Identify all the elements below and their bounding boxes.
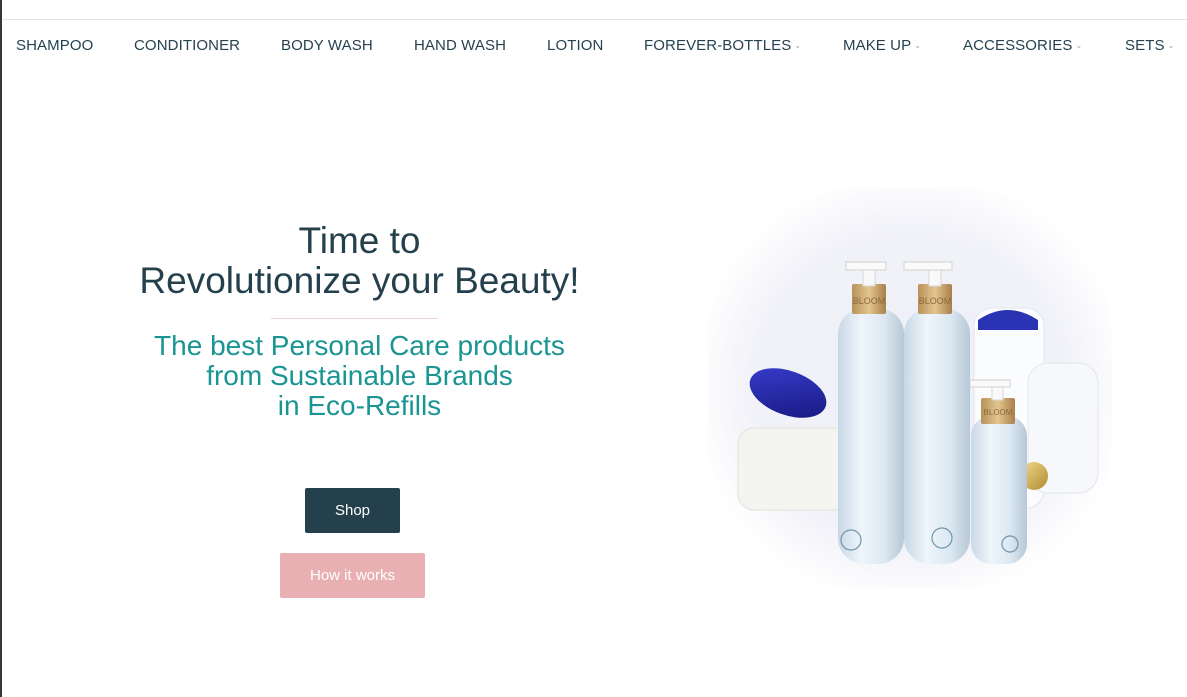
hero-subtitle-line: in Eco-Refills	[277, 390, 442, 421]
hero-divider	[271, 318, 438, 319]
pump-head	[845, 261, 887, 271]
bottle-large-right	[904, 308, 970, 564]
shop-button[interactable]: Shop	[305, 488, 400, 533]
how-it-works-button[interactable]: How it works	[280, 553, 425, 598]
hero-title: Time to Revolutionize your Beauty!	[107, 221, 612, 301]
nav-label: SETS	[1125, 37, 1165, 54]
bottle-brand-label: BLOOM	[919, 296, 952, 306]
nav-item-hand-wash[interactable]: HAND WASH	[414, 37, 506, 54]
chevron-down-icon: ⌄	[794, 41, 802, 50]
chevron-down-icon: ⌄	[1167, 41, 1175, 50]
hero-subtitle-line: from Sustainable Brands	[206, 360, 513, 391]
main-nav: SHAMPOO CONDITIONER BODY WASH HAND WASH …	[2, 20, 1187, 72]
bottle-small	[971, 416, 1027, 564]
nav-item-conditioner[interactable]: CONDITIONER	[134, 37, 240, 54]
nav-item-accessories[interactable]: ACCESSORIES ⌄	[963, 37, 1082, 54]
nav-label: FOREVER-BOTTLES	[644, 37, 792, 54]
white-soap-bottle	[737, 427, 849, 511]
nav-label: BODY WASH	[281, 37, 373, 54]
nav-label: CONDITIONER	[134, 37, 241, 54]
bottle-large-left	[838, 308, 904, 564]
bottle-brand-label: BLOOM	[984, 408, 1013, 417]
nav-label: LOTION	[547, 37, 604, 54]
nav-item-lotion[interactable]: LOTION	[547, 37, 603, 54]
bottle-brand-label: BLOOM	[853, 296, 886, 306]
hero-subtitle: The best Personal Care products from Sus…	[107, 331, 612, 421]
nav-label: SHAMPOO	[16, 37, 94, 54]
pump-head	[969, 379, 1011, 388]
chevron-down-icon: ⌄	[1075, 41, 1083, 50]
chevron-down-icon: ⌄	[914, 41, 922, 50]
nav-label: MAKE UP	[843, 37, 912, 54]
hero-title-line: Time to	[298, 220, 421, 261]
pump-head	[903, 261, 953, 271]
nav-item-sets[interactable]: SETS ⌄	[1125, 37, 1174, 54]
page: SHAMPOO CONDITIONER BODY WASH HAND WASH …	[0, 0, 1187, 697]
nav-label: HAND WASH	[414, 37, 507, 54]
nav-item-body-wash[interactable]: BODY WASH	[281, 37, 373, 54]
nav-label: ACCESSORIES	[963, 37, 1073, 54]
nav-item-shampoo[interactable]: SHAMPOO	[16, 37, 93, 54]
product-bottles-image: BLOOM BLOOM BLOOM	[708, 188, 1112, 588]
hero-subtitle-line: The best Personal Care products	[154, 330, 565, 361]
hero-title-line: Revolutionize your Beauty!	[139, 260, 580, 301]
nav-item-forever-bottles[interactable]: FOREVER-BOTTLES ⌄	[644, 37, 801, 54]
nav-item-make-up[interactable]: MAKE UP ⌄	[843, 37, 921, 54]
